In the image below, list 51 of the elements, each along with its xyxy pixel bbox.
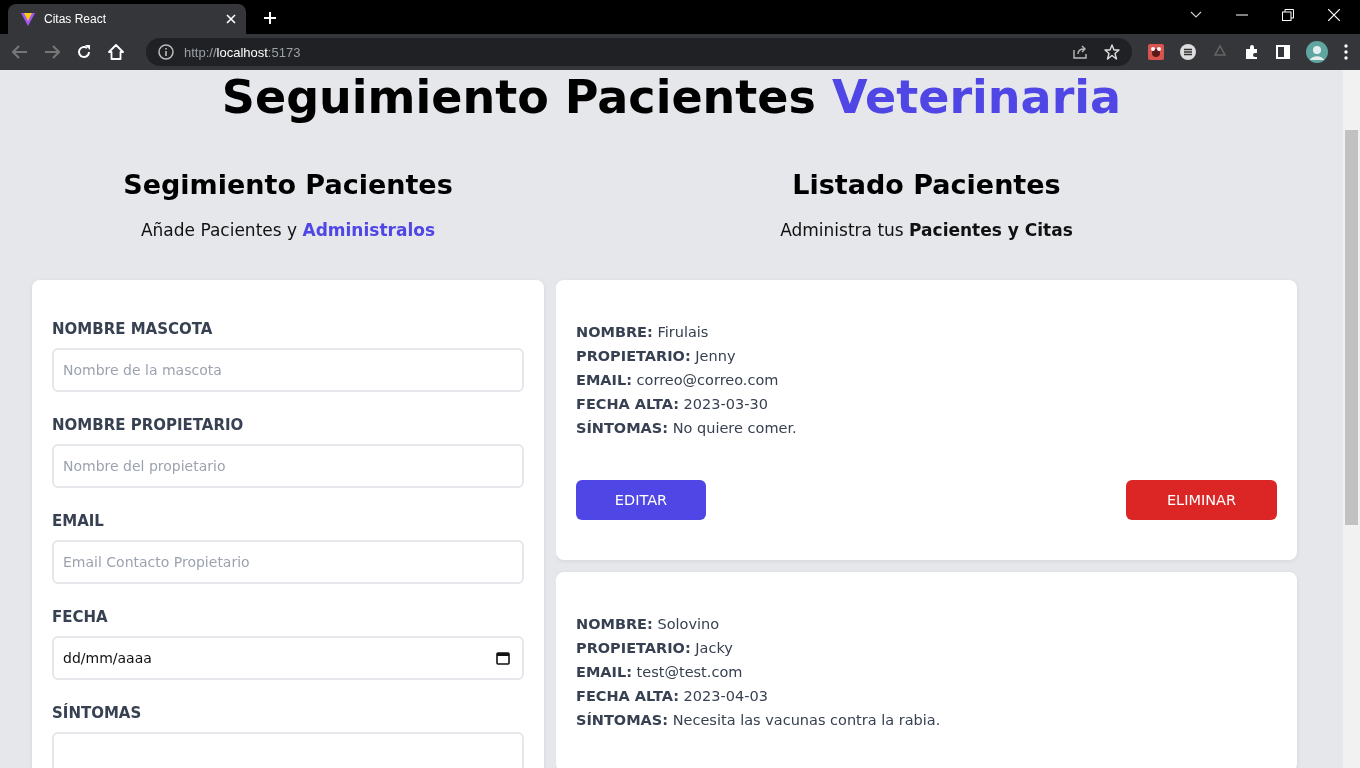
close-icon[interactable] [226,14,236,24]
back-arrow-icon[interactable] [12,45,28,59]
delete-button[interactable]: ELIMINAR [1126,480,1277,520]
reload-icon[interactable] [76,44,92,60]
share-icon[interactable] [1072,44,1088,60]
tab-title: Citas React [44,12,108,26]
puzzle-icon[interactable] [1244,44,1260,60]
plus-icon[interactable] [264,12,276,24]
close-icon[interactable] [1328,9,1340,21]
field-label: SÍNTOMAS [52,704,143,722]
section-subtitle: Añade Pacientes y Administralos [139,220,437,240]
forward-arrow-icon[interactable] [44,45,60,59]
patient-detail: SÍNTOMAS: No quiere comer. [576,419,798,438]
input-field[interactable]: Nombre de la mascota [52,348,524,392]
calendar-icon[interactable] [496,651,510,665]
field-label: FECHA [52,608,109,626]
patient-detail: PROPIETARIO: Jacky [576,639,734,658]
date-field[interactable]: dd/mm/aaaa [52,636,524,680]
chevron-down-icon[interactable] [1190,11,1202,19]
address-bar[interactable]: http://localhost:5173 [146,38,1132,66]
patient-detail: EMAIL: correo@correo.com [576,371,780,390]
patient-detail: EMAIL: test@test.com [576,663,744,682]
patient-detail: SÍNTOMAS: Necesita las vacunas contra la rabia. [576,711,942,730]
more-menu-icon[interactable] [1344,44,1348,60]
section-heading: Segimiento Pacientes [122,168,454,200]
edit-button[interactable]: EDITAR [576,480,706,520]
info-icon[interactable] [158,44,174,60]
field-label: NOMBRE MASCOTA [52,320,214,338]
triangle-logo-icon [20,11,36,27]
patient-detail: PROPIETARIO: Jenny [576,347,737,366]
patient-detail: NOMBRE: Firulais [576,323,710,342]
page-title: Seguimiento Pacientes Veterinaria [220,72,1123,122]
input-field[interactable]: Nombre del propietario [52,444,524,488]
avatar-icon[interactable] [1306,41,1328,63]
list-circle-icon[interactable] [1180,44,1196,60]
scrollbar[interactable] [1343,70,1360,768]
browser-tab[interactable]: Citas React [8,4,246,34]
patient-detail: FECHA ALTA: 2023-03-30 [576,395,769,414]
patient-detail: FECHA ALTA: 2023-04-03 [576,687,769,706]
star-icon[interactable] [1104,44,1120,60]
extension-icon[interactable] [1148,44,1164,60]
restore-icon[interactable] [1282,9,1294,21]
url-text: http://localhost:5173 [184,44,301,60]
input-field[interactable]: Email Contacto Propietario [52,540,524,584]
section-subtitle: Administra tus Pacientes y Citas [779,220,1074,240]
sidebar-icon[interactable] [1276,45,1290,59]
patient-detail: NOMBRE: Solovino [576,615,721,634]
section-heading: Listado Pacientes [791,168,1062,200]
field-label: NOMBRE PROPIETARIO [52,416,245,434]
field-label: EMAIL [52,512,105,530]
home-icon[interactable] [108,44,124,60]
